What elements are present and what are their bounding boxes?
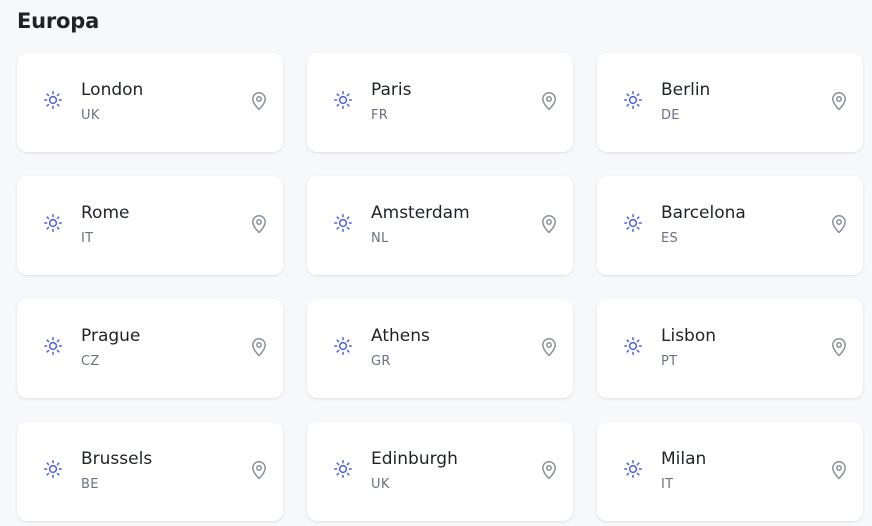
map-pin-icon[interactable] xyxy=(830,214,848,234)
map-pin-icon[interactable] xyxy=(250,214,268,234)
sun-icon xyxy=(623,336,643,356)
map-pin-icon[interactable] xyxy=(250,91,268,111)
city-name: Amsterdam xyxy=(371,203,470,223)
city-name: Milan xyxy=(661,449,707,469)
country-code: UK xyxy=(81,108,100,123)
city-card-edinburgh[interactable]: Edinburgh UK xyxy=(307,422,573,521)
country-code: PT xyxy=(661,354,678,369)
country-code: BE xyxy=(81,477,99,492)
city-card-athens[interactable]: Athens GR xyxy=(307,299,573,398)
country-code: ES xyxy=(661,231,679,246)
city-name: London xyxy=(81,80,144,100)
city-name: Brussels xyxy=(81,449,153,469)
map-pin-icon[interactable] xyxy=(830,337,848,357)
city-name: Berlin xyxy=(661,80,711,100)
sun-icon xyxy=(333,336,353,356)
city-name: Lisbon xyxy=(661,326,717,346)
map-pin-icon[interactable] xyxy=(830,91,848,111)
section-title: Europa xyxy=(17,9,100,33)
city-card-prague[interactable]: Prague CZ xyxy=(17,299,283,398)
country-code: IT xyxy=(81,231,94,246)
city-card-amsterdam[interactable]: Amsterdam NL xyxy=(307,176,573,275)
city-card-paris[interactable]: Paris FR xyxy=(307,53,573,152)
city-card-lisbon[interactable]: Lisbon PT xyxy=(597,299,863,398)
sun-icon xyxy=(43,336,63,356)
city-card-london[interactable]: London UK xyxy=(17,53,283,152)
sun-icon xyxy=(43,90,63,110)
country-code: FR xyxy=(371,108,389,123)
city-card-brussels[interactable]: Brussels BE xyxy=(17,422,283,521)
city-card-barcelona[interactable]: Barcelona ES xyxy=(597,176,863,275)
map-pin-icon[interactable] xyxy=(250,337,268,357)
country-code: IT xyxy=(661,477,674,492)
city-name: Edinburgh xyxy=(371,449,458,469)
map-pin-icon[interactable] xyxy=(830,460,848,480)
city-name: Athens xyxy=(371,326,430,346)
map-pin-icon[interactable] xyxy=(540,337,558,357)
sun-icon xyxy=(623,90,643,110)
sun-icon xyxy=(623,213,643,233)
map-pin-icon[interactable] xyxy=(540,214,558,234)
sun-icon xyxy=(333,459,353,479)
map-pin-icon[interactable] xyxy=(540,460,558,480)
city-name: Prague xyxy=(81,326,141,346)
country-code: GR xyxy=(371,354,391,369)
city-card-rome[interactable]: Rome IT xyxy=(17,176,283,275)
sun-icon xyxy=(43,459,63,479)
city-card-berlin[interactable]: Berlin DE xyxy=(597,53,863,152)
city-name: Rome xyxy=(81,203,130,223)
country-code: DE xyxy=(661,108,680,123)
city-grid: London UK Paris FR Berlin DE Rome IT Ams… xyxy=(17,53,863,521)
sun-icon xyxy=(333,90,353,110)
sun-icon xyxy=(43,213,63,233)
country-code: CZ xyxy=(81,354,100,369)
country-code: NL xyxy=(371,231,389,246)
country-code: UK xyxy=(371,477,390,492)
city-name: Paris xyxy=(371,80,412,100)
sun-icon xyxy=(333,213,353,233)
city-card-milan[interactable]: Milan IT xyxy=(597,422,863,521)
map-pin-icon[interactable] xyxy=(250,460,268,480)
sun-icon xyxy=(623,459,643,479)
map-pin-icon[interactable] xyxy=(540,91,558,111)
city-name: Barcelona xyxy=(661,203,746,223)
